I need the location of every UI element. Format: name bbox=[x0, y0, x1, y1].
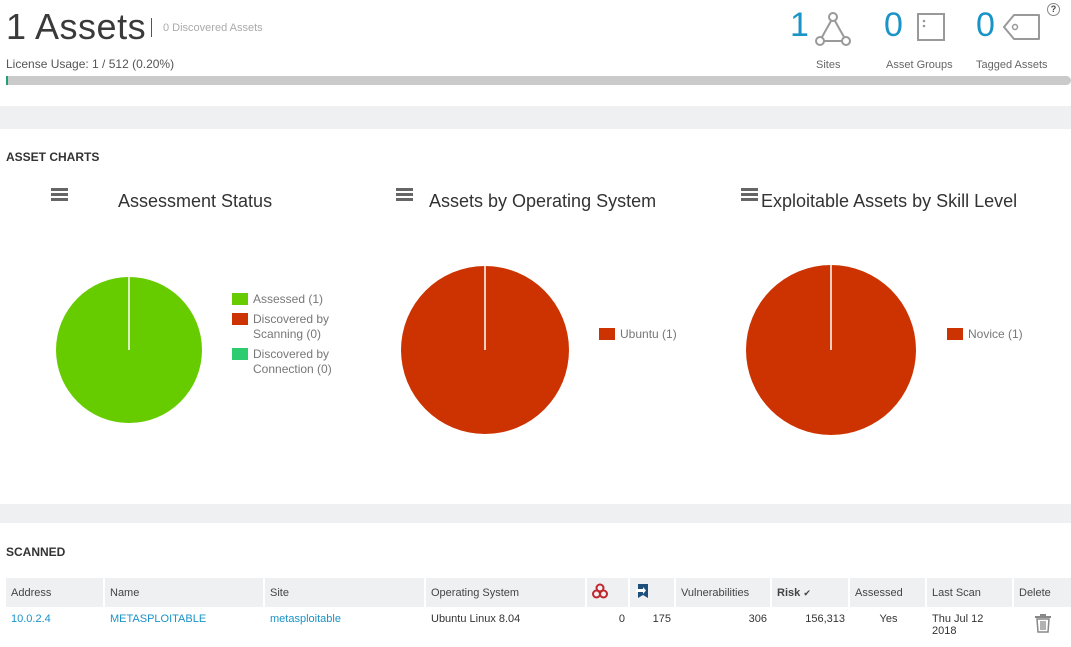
chart-exploitable-by-skill: Exploitable Assets by Skill Level Novice… bbox=[690, 180, 1071, 480]
column-header-assessed[interactable]: Assessed bbox=[850, 578, 927, 607]
sites-network-icon bbox=[815, 12, 851, 46]
column-header-site[interactable]: Site bbox=[265, 578, 426, 607]
cell-exploits: 175 bbox=[652, 613, 671, 625]
table-header-row: Address Name Site Operating System Vulne… bbox=[6, 578, 1071, 607]
pie-chart bbox=[401, 266, 569, 434]
cell-delete[interactable] bbox=[1014, 607, 1071, 647]
cell-site[interactable]: metasploitable bbox=[265, 607, 426, 647]
risk-header-label: Risk bbox=[777, 586, 801, 599]
exploit-icon bbox=[636, 584, 648, 598]
cell-assessed: Yes bbox=[879, 613, 898, 625]
column-header-vulnerabilities[interactable]: Vulnerabilities bbox=[676, 578, 772, 607]
legend-item-discovered-connection[interactable]: Discovered by Connection (0) bbox=[232, 347, 342, 377]
help-icon[interactable]: ? bbox=[1047, 3, 1060, 16]
legend-label: Discovered by Connection (0) bbox=[253, 347, 332, 376]
column-header-last-scan[interactable]: Last Scan bbox=[927, 578, 1014, 607]
column-header-address[interactable]: Address bbox=[6, 578, 105, 607]
column-header-risk[interactable]: Risk ✔ bbox=[772, 578, 850, 607]
asset-charts-heading: ASSET CHARTS bbox=[6, 150, 100, 164]
chart-legend: Assessed (1) Discovered by Scanning (0) … bbox=[232, 292, 342, 382]
column-header-malware[interactable] bbox=[587, 578, 630, 607]
column-header-exploits[interactable] bbox=[630, 578, 676, 607]
column-header-name[interactable]: Name bbox=[105, 578, 265, 607]
scanned-assets-table: Address Name Site Operating System Vulne… bbox=[6, 578, 1071, 647]
sort-desc-chevron-icon: ✔ bbox=[803, 587, 811, 598]
license-usage-text: License Usage: 1 / 512 (0.20%) bbox=[6, 57, 175, 71]
trash-icon[interactable] bbox=[1034, 613, 1052, 633]
legend-label: Assessed (1) bbox=[253, 292, 324, 306]
table-row: 10.0.2.4 METASPLOITABLE metasploitable U… bbox=[6, 607, 1071, 647]
legend-swatch bbox=[947, 328, 963, 340]
legend-label: Novice (1) bbox=[968, 327, 1023, 341]
chart-assessment-status: Assessment Status Assessed (1) Discovere… bbox=[0, 180, 350, 480]
chart-legend: Novice (1) bbox=[947, 327, 1057, 347]
sites-label: Sites bbox=[816, 59, 841, 71]
tag-icon bbox=[1003, 14, 1040, 40]
legend-item-novice[interactable]: Novice (1) bbox=[947, 327, 1057, 342]
tagged-assets-count: 0 bbox=[976, 6, 995, 44]
cell-last-scan: Thu Jul 12 2018 bbox=[932, 613, 984, 637]
malware-biohazard-icon bbox=[592, 583, 608, 599]
asset-groups-label: Asset Groups bbox=[886, 59, 953, 71]
asset-groups-count: 0 bbox=[884, 6, 903, 44]
legend-label: Discovered by Scanning (0) bbox=[253, 312, 330, 341]
legend-swatch bbox=[232, 348, 248, 360]
discovered-assets-count[interactable]: 0 Discovered Assets bbox=[163, 22, 263, 34]
tagged-assets-label: Tagged Assets bbox=[976, 59, 1048, 71]
license-usage-fill bbox=[6, 76, 9, 85]
legend-swatch bbox=[599, 328, 615, 340]
cell-risk: 156,313 bbox=[805, 613, 845, 625]
pie-chart bbox=[56, 277, 202, 423]
title-divider bbox=[151, 18, 152, 37]
pie-chart bbox=[746, 265, 916, 435]
page-title: 1 Assets bbox=[6, 6, 147, 47]
page-header: 1 Assets 0 Discovered Assets License Usa… bbox=[0, 0, 1071, 106]
scanned-heading: SCANNED bbox=[6, 545, 66, 559]
cell-operating-system: Ubuntu Linux 8.04 bbox=[431, 613, 521, 625]
legend-swatch bbox=[232, 313, 248, 325]
license-usage-bar bbox=[6, 76, 1071, 85]
chart-assets-by-os: Assets by Operating System Ubuntu (1) bbox=[345, 180, 695, 480]
column-header-operating-system[interactable]: Operating System bbox=[426, 578, 587, 607]
legend-label: Ubuntu (1) bbox=[620, 327, 677, 341]
cell-malware: 0 bbox=[618, 613, 625, 625]
legend-swatch bbox=[232, 293, 248, 305]
column-header-delete: Delete bbox=[1014, 578, 1071, 607]
asset-group-icon bbox=[917, 13, 945, 41]
legend-item-discovered-scanning[interactable]: Discovered by Scanning (0) bbox=[232, 312, 342, 342]
section-divider bbox=[0, 106, 1071, 129]
sites-count: 1 bbox=[790, 6, 809, 44]
cell-address[interactable]: 10.0.2.4 bbox=[6, 607, 105, 647]
cell-name[interactable]: METASPLOITABLE bbox=[105, 607, 265, 647]
section-divider bbox=[0, 504, 1071, 523]
cell-vulnerabilities: 306 bbox=[748, 613, 767, 625]
legend-item-assessed[interactable]: Assessed (1) bbox=[232, 292, 342, 307]
